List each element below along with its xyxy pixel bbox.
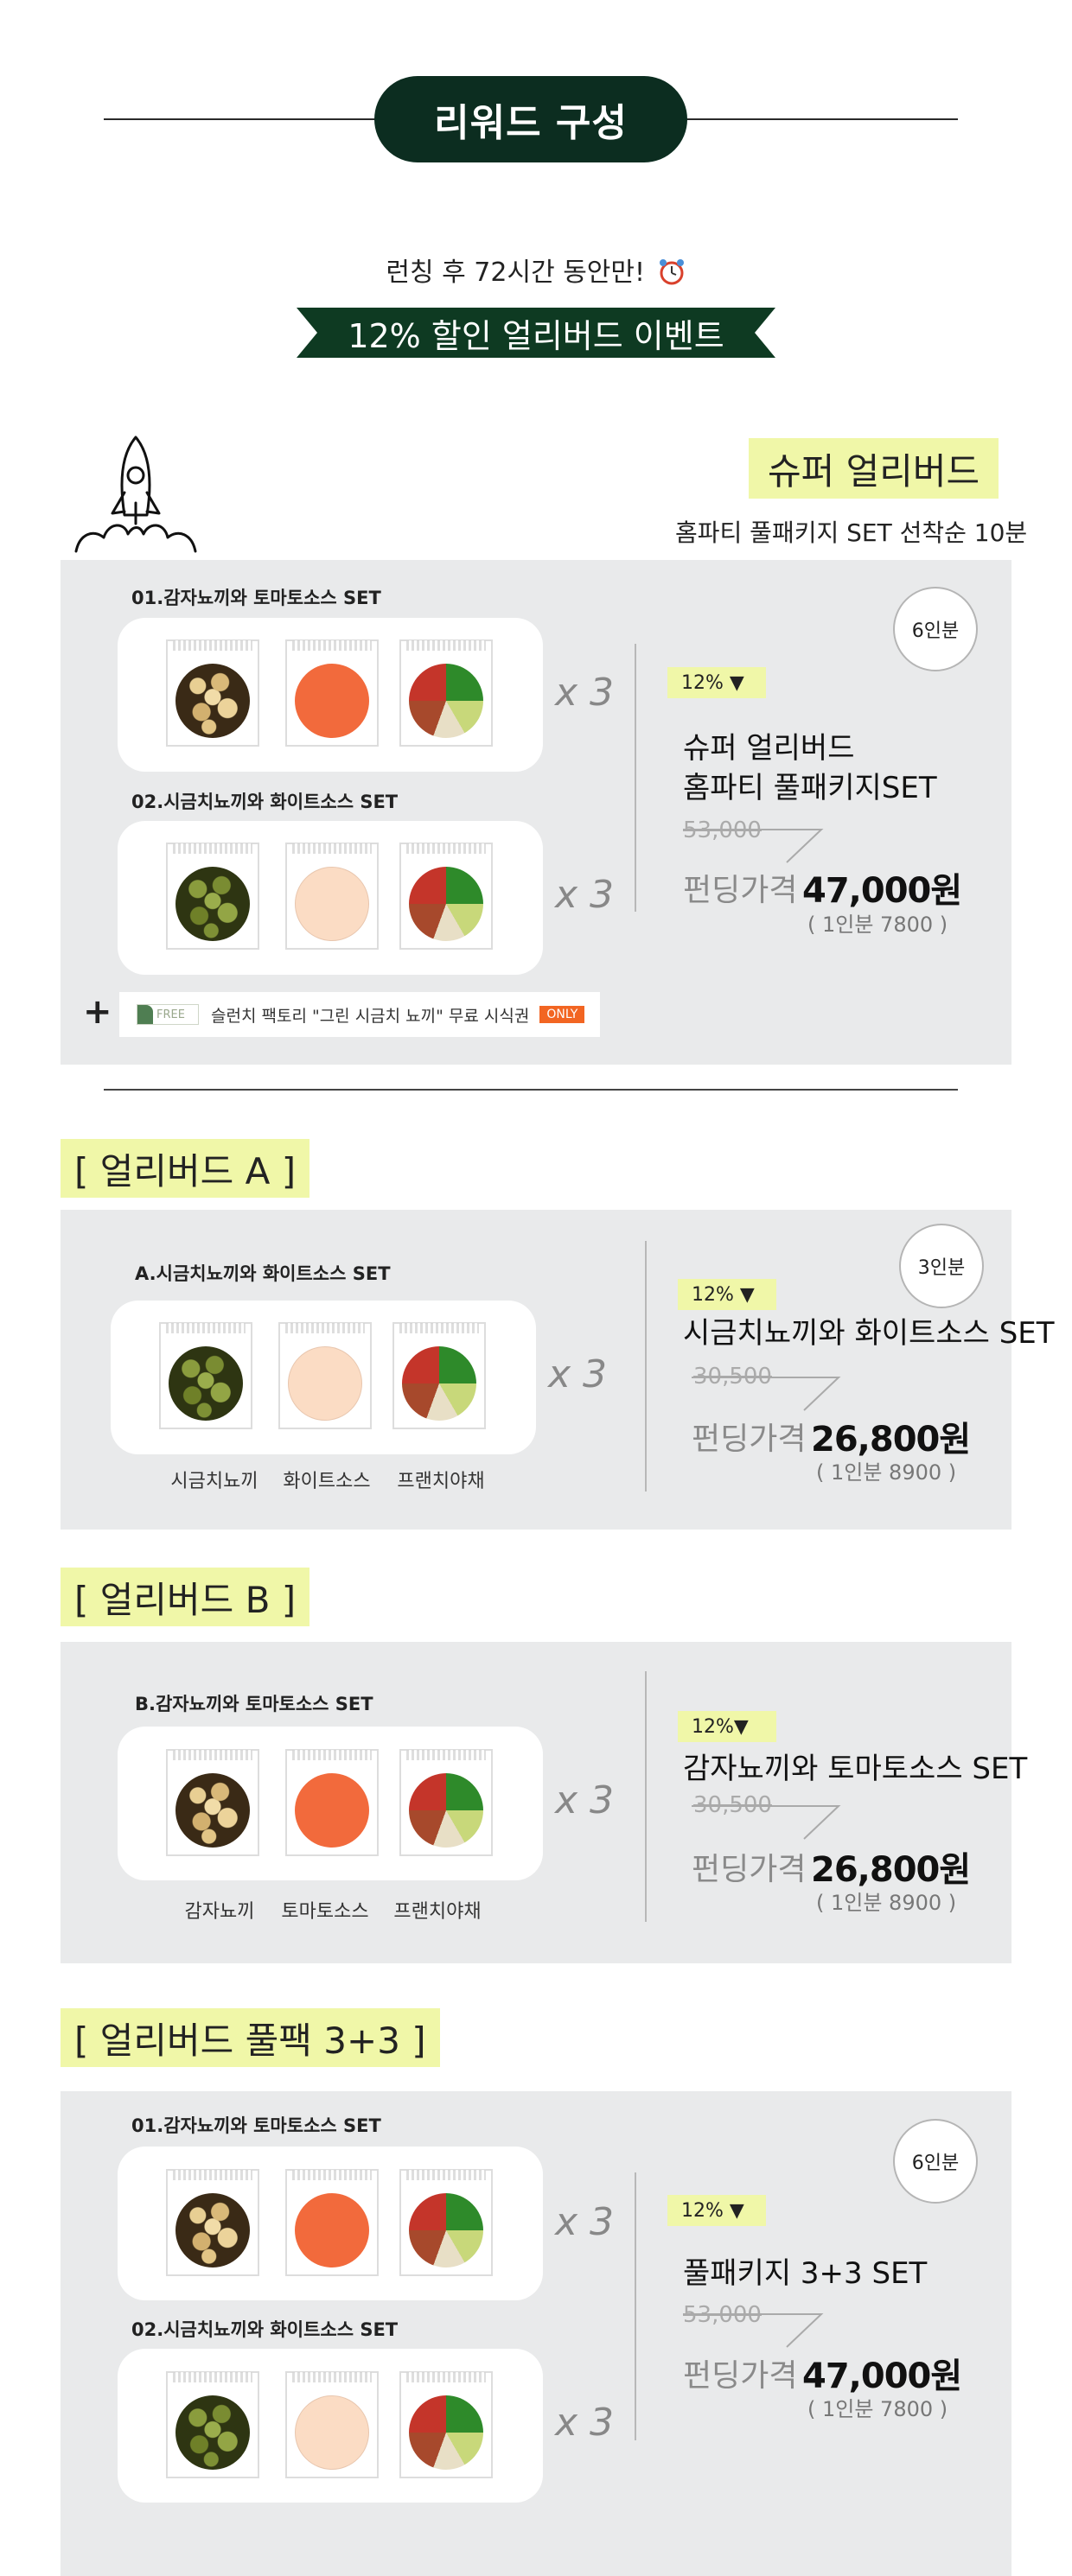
package-french-vegetables xyxy=(399,639,493,747)
quantity-multiplier: x 3 xyxy=(555,2200,615,2244)
package-spinach-gnocchi xyxy=(166,843,259,950)
product-name: 슈퍼 얼리버드 홈파티 풀패키지SET xyxy=(683,728,937,808)
caption-tomato-sauce: 토마토소스 xyxy=(281,1901,369,1923)
free-tag: FREE xyxy=(137,1004,199,1025)
package-white-sauce xyxy=(285,2371,379,2478)
promo-line: 런칭 후 72시간 동안만! xyxy=(0,251,1072,289)
package-potato-gnocchi xyxy=(166,1749,259,1856)
package-french-vegetables xyxy=(399,2169,493,2276)
per-person-price: ( 1인분 8900 ) xyxy=(816,1460,957,1485)
free-voucher: FREE 슬런치 팩토리 "그린 시금치 뇨끼" 무료 시식권 ONLY xyxy=(119,992,600,1037)
quantity-multiplier: x 3 xyxy=(555,671,615,715)
strike-line xyxy=(692,1805,841,1840)
free-voucher-text: 슬런치 팩토리 "그린 시금치 뇨끼" 무료 시식권 xyxy=(211,1006,530,1026)
section-title: 리워드 구성 xyxy=(374,76,687,162)
package-spinach-gnocchi xyxy=(166,2371,259,2478)
funding-price: 26,800원 xyxy=(811,1850,971,1890)
divider xyxy=(635,2172,636,2440)
divider xyxy=(645,1671,647,1922)
super-tier-subtitle: 홈파티 풀패키지 SET 선착순 10분 xyxy=(675,518,1028,547)
promo-text: 런칭 후 72시간 동안만! xyxy=(386,258,646,288)
full-set1-label: 01.감자뇨끼와 토마토소스 SET xyxy=(131,2115,381,2136)
super-set2-label: 02.시금치뇨끼와 화이트소스 SET xyxy=(131,792,399,812)
rocket-icon xyxy=(74,436,197,553)
package-french-vegetables xyxy=(399,843,493,950)
plus-icon: + xyxy=(83,992,112,1032)
package-potato-gnocchi xyxy=(166,2169,259,2276)
product-name: 시금치뇨끼와 화이트소스 SET xyxy=(683,1316,1055,1351)
tier-b-heading: [ 얼리버드 B ] xyxy=(61,1568,310,1626)
strike-line xyxy=(683,829,824,863)
super-tier-title: 슈퍼 얼리버드 xyxy=(749,438,999,499)
event-ribbon: 12% 할인 얼리버드 이벤트 xyxy=(297,308,775,358)
caption-potato-gnocchi: 감자뇨끼 xyxy=(184,1901,255,1923)
funding-label: 펀딩가격 xyxy=(683,873,798,908)
tier-a-heading: [ 얼리버드 A ] xyxy=(61,1139,310,1198)
funding-price: 47,000원 xyxy=(802,871,962,911)
full-pack-heading: [ 얼리버드 풀팩 3+3 ] xyxy=(61,2008,440,2067)
section-divider xyxy=(104,1089,958,1091)
package-french-vegetables xyxy=(399,2371,493,2478)
serving-badge: 6인분 xyxy=(893,587,978,671)
package-white-sauce xyxy=(278,1322,372,1429)
package-french-vegetables xyxy=(392,1322,486,1429)
quantity-multiplier: x 3 xyxy=(548,1352,608,1396)
funding-price: 47,000원 xyxy=(802,2357,962,2396)
header-rule-left xyxy=(104,118,380,120)
super-set1-label: 01.감자뇨끼와 토마토소스 SET xyxy=(131,588,381,608)
package-tomato-sauce xyxy=(285,2169,379,2276)
free-tag-text: FREE xyxy=(156,1008,185,1021)
product-name-line1: 슈퍼 얼리버드 xyxy=(683,731,855,766)
package-tomato-sauce xyxy=(285,639,379,747)
package-french-vegetables xyxy=(399,1749,493,1856)
quantity-multiplier: x 3 xyxy=(555,2401,615,2445)
per-person-price: ( 1인분 8900 ) xyxy=(816,1891,957,1915)
event-ribbon-text: 12% 할인 얼리버드 이벤트 xyxy=(348,316,724,355)
per-person-price: ( 1인분 7800 ) xyxy=(807,2397,948,2421)
product-name: 감자뇨끼와 토마토소스 SET xyxy=(683,1752,1028,1786)
divider xyxy=(635,644,636,912)
serving-badge: 3인분 xyxy=(899,1224,984,1308)
caption-french-vegetables: 프랜치야채 xyxy=(393,1901,482,1923)
funding-price: 26,800원 xyxy=(811,1420,971,1460)
discount-badge: 12% ▼ xyxy=(667,2195,766,2226)
discount-badge: 12%▼ xyxy=(678,1711,776,1742)
caption-french-vegetables: 프랜치야채 xyxy=(397,1471,485,1492)
only-tag: ONLY xyxy=(539,1006,585,1023)
strike-line xyxy=(683,2313,824,2348)
funding-label: 펀딩가격 xyxy=(692,1852,807,1887)
product-name-line2: 홈파티 풀패키지SET xyxy=(683,771,937,805)
package-white-sauce xyxy=(285,843,379,950)
product-name: 풀패키지 3+3 SET xyxy=(683,2256,928,2291)
funding-label: 펀딩가격 xyxy=(683,2358,798,2394)
alarm-clock-icon xyxy=(659,259,684,285)
tier-a-set-label: A.시금치뇨끼와 화이트소스 SET xyxy=(135,1263,391,1284)
tier-b-set-label: B.감자뇨끼와 토마토소스 SET xyxy=(135,1694,373,1714)
quantity-multiplier: x 3 xyxy=(555,1778,615,1822)
package-spinach-gnocchi xyxy=(159,1322,252,1429)
full-set2-label: 02.시금치뇨끼와 화이트소스 SET xyxy=(131,2319,399,2340)
divider xyxy=(645,1241,647,1492)
discount-badge: 12% ▼ xyxy=(667,667,766,698)
discount-badge: 12% ▼ xyxy=(678,1279,776,1310)
strike-line xyxy=(692,1377,841,1411)
funding-label: 펀딩가격 xyxy=(692,1422,807,1457)
package-potato-gnocchi xyxy=(166,639,259,747)
header-rule-right xyxy=(683,118,958,120)
caption-spinach-gnocchi: 시금치뇨끼 xyxy=(170,1471,258,1492)
per-person-price: ( 1인분 7800 ) xyxy=(807,913,948,937)
quantity-multiplier: x 3 xyxy=(555,873,615,917)
serving-badge: 6인분 xyxy=(893,2119,978,2204)
package-tomato-sauce xyxy=(285,1749,379,1856)
caption-white-sauce: 화이트소스 xyxy=(283,1471,371,1492)
